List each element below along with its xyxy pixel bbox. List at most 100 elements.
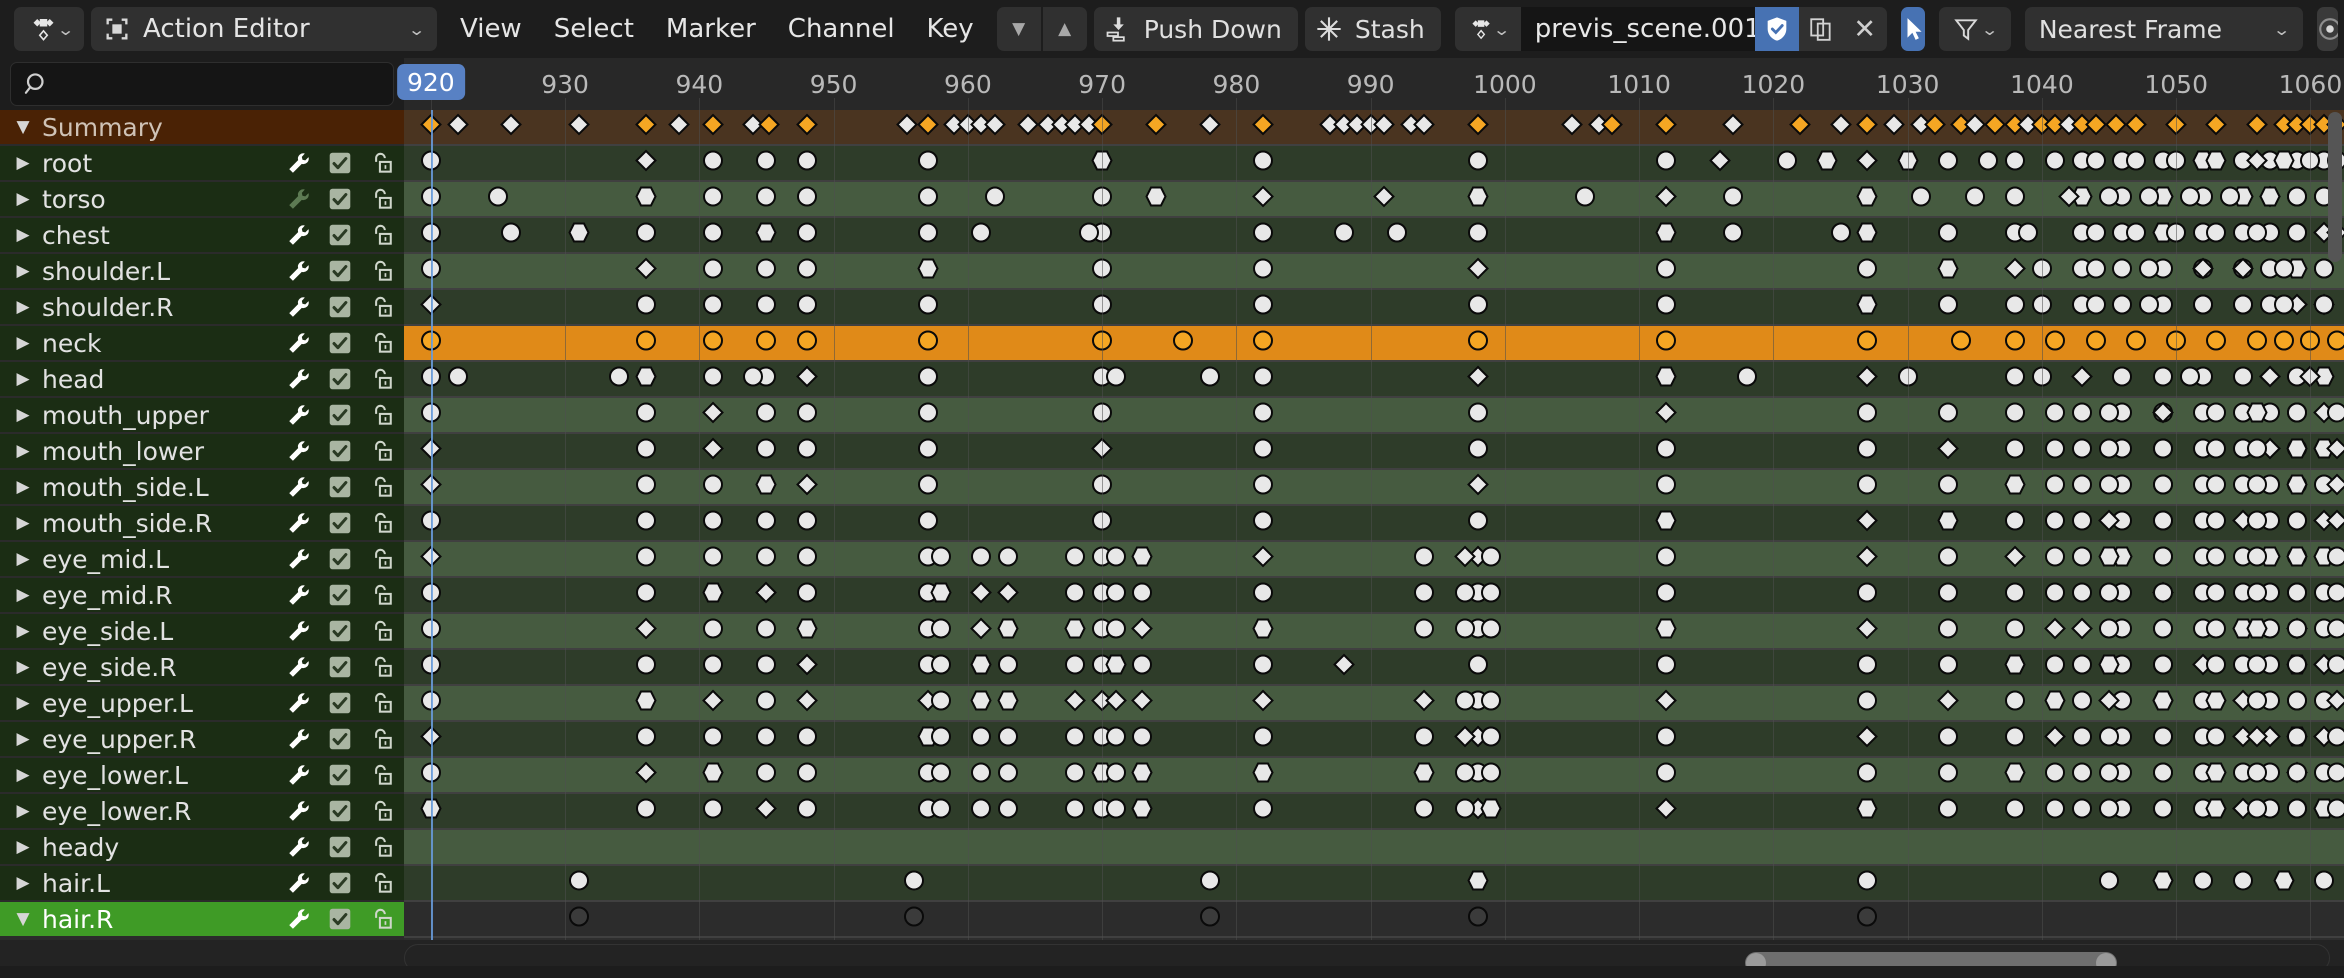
keyframe-marker[interactable]: [1064, 581, 1086, 610]
keyframe-marker[interactable]: [1386, 221, 1408, 250]
keyframe-marker[interactable]: [1252, 581, 1274, 610]
keyframe-marker[interactable]: [2098, 617, 2120, 646]
keyframe-marker[interactable]: [702, 689, 724, 718]
keyframe-marker[interactable]: [568, 113, 590, 142]
keyframe-marker[interactable]: [2326, 329, 2344, 358]
keyframe-row[interactable]: [404, 326, 2344, 360]
keyframe-marker[interactable]: [917, 149, 939, 178]
keyframe-marker[interactable]: [2205, 473, 2227, 502]
expand-triangle-icon[interactable]: ▶: [10, 513, 36, 533]
keyframe-marker[interactable]: [2098, 509, 2120, 538]
keyframe-marker[interactable]: [1413, 761, 1435, 790]
unlock-icon[interactable]: [366, 472, 396, 502]
keyframe-marker[interactable]: [1131, 545, 1153, 574]
current-frame-indicator[interactable]: 920: [397, 64, 465, 100]
keyframe-marker[interactable]: [1937, 617, 1959, 646]
checkbox-icon[interactable]: [325, 652, 355, 682]
checkbox-icon[interactable]: [325, 328, 355, 358]
keyframe-marker[interactable]: [2205, 149, 2227, 178]
keyframe-marker[interactable]: [1480, 617, 1502, 646]
keyframe-marker[interactable]: [568, 221, 590, 250]
keyframe-marker[interactable]: [635, 437, 657, 466]
keyframe-row[interactable]: [404, 722, 2344, 756]
keyframe-marker[interactable]: [635, 401, 657, 430]
keyframe-marker[interactable]: [2004, 365, 2026, 394]
channel-row-eye_upper.l[interactable]: ▶eye_upper.L: [0, 686, 404, 720]
keyframe-marker[interactable]: [2205, 797, 2227, 826]
keyframe-row[interactable]: [404, 218, 2344, 252]
keyframe-marker[interactable]: [2246, 581, 2268, 610]
keyframe-marker[interactable]: [997, 545, 1019, 574]
keyframe-marker[interactable]: [1131, 689, 1153, 718]
keyframe-marker[interactable]: [997, 653, 1019, 682]
keyframe-marker[interactable]: [1064, 545, 1086, 574]
channel-row-eye_lower.r[interactable]: ▶eye_lower.R: [0, 794, 404, 828]
keyframe-marker[interactable]: [1252, 437, 1274, 466]
keyframe-marker[interactable]: [1937, 149, 1959, 178]
prev-action-button[interactable]: ▼: [997, 7, 1041, 51]
keyframe-marker[interactable]: [2286, 797, 2308, 826]
keyframe-marker[interactable]: [1252, 473, 1274, 502]
keyframe-marker[interactable]: [2058, 185, 2080, 214]
checkbox-icon[interactable]: [325, 220, 355, 250]
keyframe-marker[interactable]: [1131, 797, 1153, 826]
keyframe-marker[interactable]: [2246, 797, 2268, 826]
channel-row-shoulder.l[interactable]: ▶shoulder.L: [0, 254, 404, 288]
expand-triangle-icon[interactable]: ▶: [10, 477, 36, 497]
keyframe-marker[interactable]: [796, 797, 818, 826]
keyframe-marker[interactable]: [1655, 761, 1677, 790]
keyframe-marker[interactable]: [2138, 185, 2160, 214]
keyframe-marker[interactable]: [755, 545, 777, 574]
keyframe-marker[interactable]: [2326, 437, 2344, 466]
channel-row-eye_upper.r[interactable]: ▶eye_upper.R: [0, 722, 404, 756]
keyframe-marker[interactable]: [758, 113, 780, 142]
keyframe-marker[interactable]: [796, 257, 818, 286]
keyframe-marker[interactable]: [1454, 689, 1476, 718]
keyframe-marker[interactable]: [1856, 365, 1878, 394]
keyframe-marker[interactable]: [668, 113, 690, 142]
keyframe-marker[interactable]: [796, 725, 818, 754]
keyframe-marker[interactable]: [702, 293, 724, 322]
keyframe-marker[interactable]: [796, 293, 818, 322]
keyframe-marker[interactable]: [2219, 185, 2241, 214]
fake-user-toggle[interactable]: [1755, 7, 1799, 51]
keyframe-marker[interactable]: [1131, 761, 1153, 790]
unlock-icon[interactable]: [366, 688, 396, 718]
keyframe-marker[interactable]: [796, 329, 818, 358]
keyframe-marker[interactable]: [2205, 401, 2227, 430]
keyframe-marker[interactable]: [2259, 365, 2281, 394]
keyframe-marker[interactable]: [1413, 797, 1435, 826]
keyframe-marker[interactable]: [1467, 185, 1489, 214]
keyframe-marker[interactable]: [2044, 437, 2066, 466]
keyframe-marker[interactable]: [2044, 149, 2066, 178]
keyframe-marker[interactable]: [1856, 113, 1878, 142]
keyframe-marker[interactable]: [2273, 329, 2295, 358]
keyframe-marker[interactable]: [2246, 329, 2268, 358]
keyframe-marker[interactable]: [1252, 689, 1274, 718]
keyframe-marker[interactable]: [2246, 761, 2268, 790]
keyframe-row[interactable]: [404, 434, 2344, 468]
keyframe-marker[interactable]: [1722, 221, 1744, 250]
keyframe-marker[interactable]: [1467, 437, 1489, 466]
keyframe-marker[interactable]: [2098, 437, 2120, 466]
checkbox-icon[interactable]: [325, 148, 355, 178]
keyframe-marker[interactable]: [2004, 185, 2026, 214]
keyframe-marker[interactable]: [2044, 797, 2066, 826]
keyframe-marker[interactable]: [2044, 653, 2066, 682]
keyframe-marker[interactable]: [2098, 545, 2120, 574]
menu-key[interactable]: Key: [911, 7, 990, 51]
keyframe-marker[interactable]: [2205, 113, 2227, 142]
keyframe-marker[interactable]: [447, 365, 469, 394]
keyframe-marker[interactable]: [1655, 185, 1677, 214]
keyframe-row[interactable]: [404, 794, 2344, 828]
channel-row-mouth_side.l[interactable]: ▶mouth_side.L: [0, 470, 404, 504]
keyframe-marker[interactable]: [2071, 545, 2093, 574]
keyframe-marker[interactable]: [635, 149, 657, 178]
keyframe-marker[interactable]: [2246, 509, 2268, 538]
keyframe-row[interactable]: [404, 758, 2344, 792]
keyframe-marker[interactable]: [2326, 581, 2344, 610]
keyframe-marker[interactable]: [2085, 221, 2107, 250]
keyframe-marker[interactable]: [2004, 329, 2026, 358]
unlock-icon[interactable]: [366, 364, 396, 394]
keyframe-marker[interactable]: [755, 401, 777, 430]
